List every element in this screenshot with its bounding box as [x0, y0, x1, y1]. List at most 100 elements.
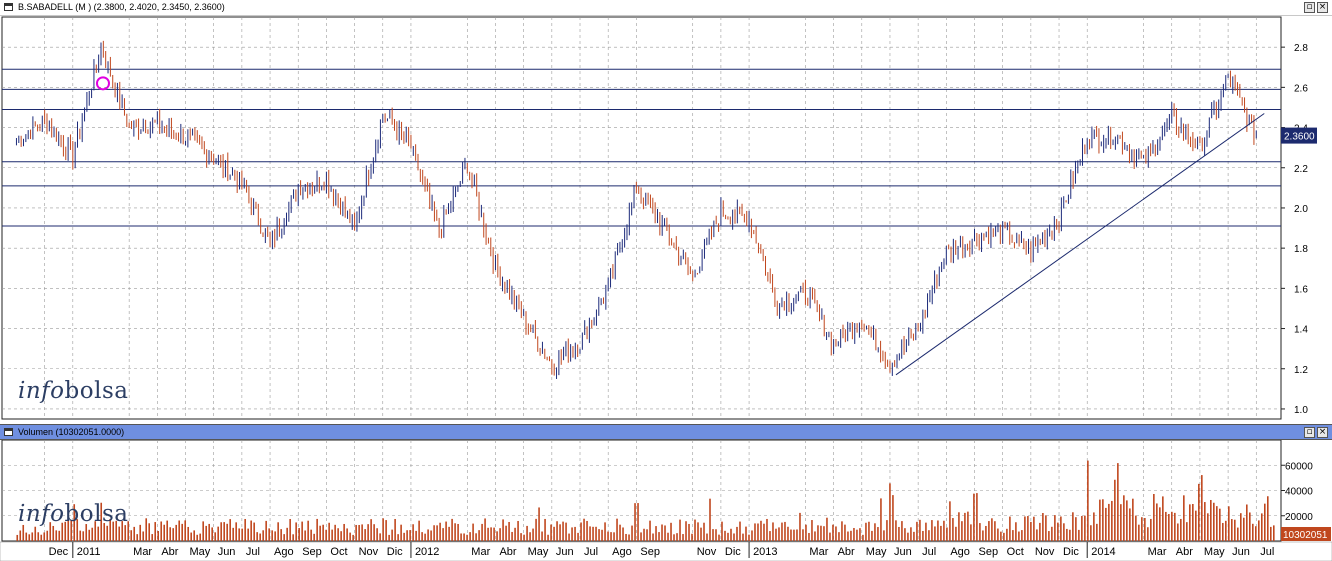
volume-bar [259, 533, 261, 541]
volume-bar [976, 493, 978, 541]
volume-bar [1072, 512, 1074, 541]
volume-bar [979, 523, 981, 541]
volume-bar [1015, 522, 1017, 541]
volume-bar [502, 519, 504, 541]
volume-bar [967, 511, 969, 541]
volume-bar [241, 528, 243, 541]
volume-bar [601, 529, 603, 541]
volume-bar [781, 522, 783, 541]
volume-bar [1078, 529, 1080, 541]
volume-bar [403, 532, 405, 541]
volume-bar [286, 527, 288, 541]
volume-bar [301, 521, 303, 541]
volume-bar [658, 532, 660, 541]
volume-bar [1234, 519, 1236, 541]
volume-bar [1273, 525, 1275, 541]
volume-bar [1267, 496, 1269, 541]
minimize-button[interactable]: ▫ [1304, 427, 1315, 438]
volume-bar [349, 532, 351, 541]
volume-bar [553, 526, 555, 541]
close-button[interactable]: × [1317, 427, 1328, 438]
volume-bar [424, 533, 426, 541]
x-tick-label: Dic [725, 546, 741, 558]
price-tick-label: 2.8 [1294, 43, 1308, 54]
volume-bar [214, 532, 216, 541]
price-tick-label: 1.6 [1294, 284, 1308, 295]
volume-bar [703, 522, 705, 541]
volume-bar [694, 519, 696, 541]
volume-bar [679, 519, 681, 541]
volume-bar [571, 527, 573, 541]
volume-bar [526, 525, 528, 541]
volume-bar [835, 526, 837, 541]
volume-bar [958, 512, 960, 541]
x-tick-label: 2012 [415, 546, 439, 558]
volume-bar [871, 530, 873, 541]
volume-bar [823, 526, 825, 541]
volume-bar [412, 524, 414, 541]
volume-bar [727, 532, 729, 541]
volume-bar [1243, 517, 1245, 541]
x-tick-label: Jul [246, 546, 260, 558]
volume-bar [760, 520, 762, 541]
volume-bar [1105, 507, 1107, 541]
volume-bar [211, 527, 213, 541]
x-tick-label: Sep [640, 546, 660, 558]
volume-bar [1162, 496, 1164, 541]
volume-bar [187, 526, 189, 541]
volume-bar [688, 523, 690, 541]
volume-bar [1219, 508, 1221, 541]
volume-bar [997, 528, 999, 541]
x-tick-label: Abr [499, 546, 516, 558]
volume-bar [751, 530, 753, 541]
volume-bar [97, 526, 100, 541]
volume-bar [853, 527, 855, 541]
volume-bar [1189, 504, 1191, 541]
volume-bar [1108, 503, 1110, 541]
x-tick-label: Abr [838, 546, 855, 558]
volume-bar [1096, 523, 1098, 541]
volume-bar [682, 534, 684, 541]
volume-bar [322, 524, 324, 541]
minimize-button[interactable]: ▫ [1304, 2, 1315, 13]
volume-bar [1099, 499, 1101, 541]
volume-bar [508, 521, 510, 541]
volume-bar [154, 522, 157, 541]
volume-bar [535, 518, 537, 541]
volume-bar [1060, 516, 1062, 541]
x-tick-label: Jul [584, 546, 598, 558]
volume-bar [370, 519, 372, 541]
volume-bar [676, 533, 678, 541]
volume-bar [229, 519, 231, 541]
volume-bar [754, 523, 756, 541]
volume-bar [1231, 519, 1233, 541]
volume-bar [400, 524, 402, 541]
volume-bar [19, 530, 22, 541]
volume-bar [880, 498, 882, 541]
volume-bar [949, 501, 951, 541]
volume-bar [1237, 527, 1239, 541]
volume-bar [430, 530, 432, 541]
x-tick-label: Dec [49, 546, 69, 558]
volume-bar [625, 533, 627, 541]
volume-bar [697, 522, 699, 541]
volume-bar [541, 531, 543, 541]
volume-bar [937, 520, 939, 541]
volume-bar [661, 524, 663, 541]
volume-bar [385, 520, 387, 541]
volume-bar [1213, 502, 1215, 541]
volume-bar [442, 528, 444, 541]
volume-bar [1111, 500, 1113, 541]
volume-bar [619, 524, 621, 541]
volume-bar [787, 526, 789, 541]
volume-bar [559, 524, 561, 541]
volume-bar [406, 530, 408, 541]
close-button[interactable]: × [1317, 2, 1328, 13]
volume-bar [1258, 520, 1260, 541]
volume-bar [913, 531, 915, 541]
volume-bar [577, 532, 579, 541]
volume-bar [130, 530, 133, 541]
volume-bar [538, 507, 540, 541]
volume-bar [517, 520, 519, 541]
volume-bar [1153, 493, 1155, 541]
